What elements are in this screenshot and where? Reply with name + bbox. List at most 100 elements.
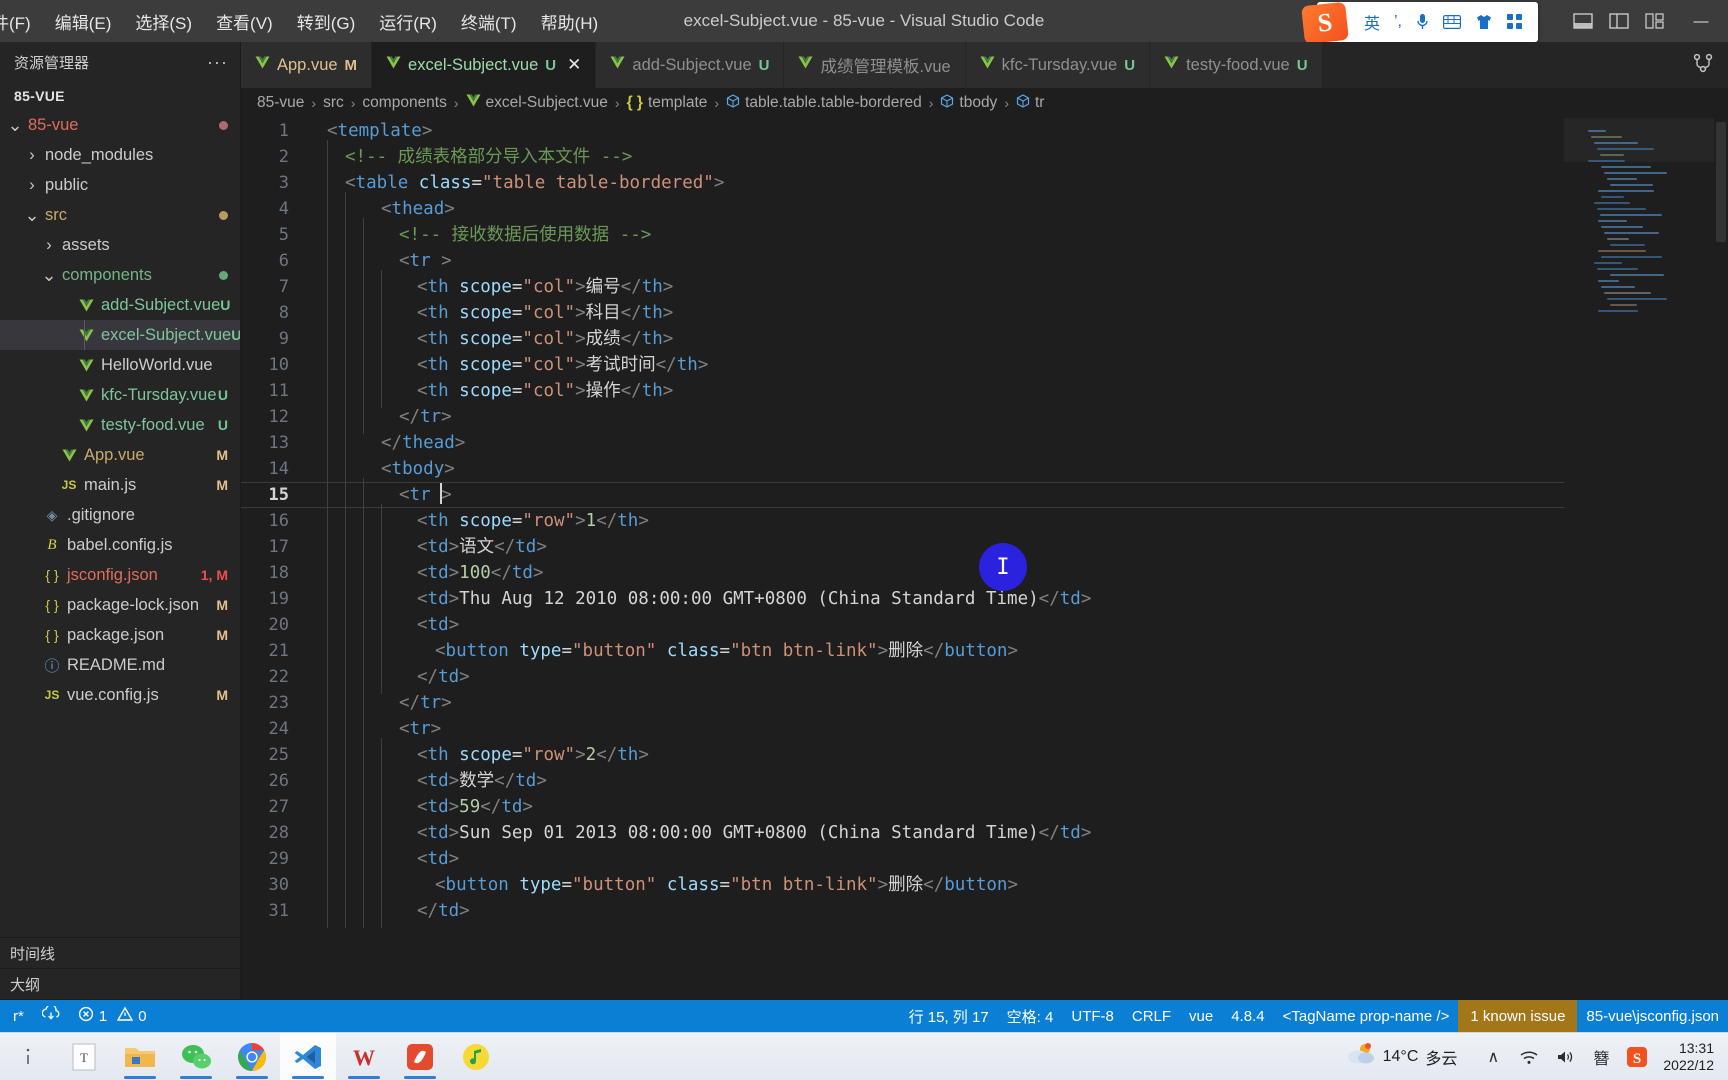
file-tree-item[interactable]: Bbabel.config.js	[0, 530, 240, 560]
file-tree-item[interactable]: ⌄ src	[0, 200, 240, 230]
breadcrumb-item[interactable]: 85-vue	[257, 94, 304, 112]
taskbar-vscode-icon[interactable]	[280, 1032, 336, 1080]
editor-tab[interactable]: excel-Subject.vue U ✕	[372, 42, 597, 88]
code-line[interactable]: 24 <tr>	[241, 712, 1564, 746]
taskbar-wps-icon[interactable]: W	[336, 1033, 392, 1080]
customize-layout-icon[interactable]	[1638, 4, 1672, 38]
close-icon[interactable]: ✕	[567, 55, 581, 75]
menu-edit[interactable]: 编辑(E)	[43, 0, 124, 42]
editor-tab[interactable]: testy-food.vue U	[1150, 42, 1323, 88]
chevron-icon[interactable]: ›	[40, 235, 58, 255]
taskbar-handle[interactable]	[0, 1033, 56, 1080]
chevron-icon[interactable]: ›	[23, 175, 41, 195]
source-control-graph-icon[interactable]	[1692, 52, 1714, 79]
editor-tab[interactable]: App.vue M	[241, 42, 373, 88]
code-line[interactable]: 23 </tr>	[241, 686, 1564, 720]
menu-terminal[interactable]: 终端(T)	[449, 0, 529, 42]
sidebar-section-outline[interactable]: 大纲	[0, 969, 240, 1000]
breadcrumb-item[interactable]: components	[362, 94, 446, 112]
code-line[interactable]: 31 </td>	[241, 894, 1564, 928]
status-problems[interactable]: 1 0	[69, 1000, 156, 1032]
ime-language-toggle[interactable]: 英	[1357, 10, 1387, 34]
file-tree-item[interactable]: App.vue M	[0, 440, 240, 470]
code-line[interactable]: 11 <th scope="col">操作</th>	[241, 374, 1564, 408]
status-bar-item[interactable]: 85-vue\jsconfig.json	[1577, 1000, 1728, 1032]
taskbar-wechat-icon[interactable]	[168, 1033, 224, 1080]
editor-scrollbar[interactable]	[1714, 118, 1728, 1000]
status-bar-item[interactable]: CRLF	[1123, 1000, 1180, 1032]
code-line[interactable]: 29 <td>	[241, 842, 1564, 876]
menu-run[interactable]: 运行(R)	[367, 0, 449, 42]
minimize-button[interactable]: —	[1678, 0, 1724, 42]
volume-icon[interactable]	[1549, 1033, 1581, 1080]
code-text-area[interactable]: 1 <template> 2 <!-- 成绩表格部分导入本文件 --> 3 <table …	[241, 118, 1564, 1000]
code-line[interactable]: 16 <th scope="row">1</th>	[241, 504, 1564, 538]
keyboard-icon[interactable]	[1436, 15, 1468, 29]
code-editor[interactable]: 1 <template> 2 <!-- 成绩表格部分导入本文件 --> 3 <table …	[241, 118, 1728, 1000]
skin-icon[interactable]	[1468, 14, 1500, 30]
status-bar-item[interactable]: vue	[1180, 1000, 1222, 1032]
menu-help[interactable]: 帮助(H)	[529, 0, 611, 42]
code-line[interactable]: 27 <td>59</td>	[241, 790, 1564, 824]
menu-selection[interactable]: 选择(S)	[123, 0, 204, 42]
ime-punctuation-toggle[interactable]: ’,	[1387, 13, 1409, 31]
explorer-more-icon[interactable]: ···	[207, 52, 228, 73]
breadcrumb[interactable]: 85-vue › src › components › excel-Subject.vue ›…	[241, 88, 1728, 118]
file-tree-item[interactable]: JS main.js M	[0, 470, 240, 500]
breadcrumb-item[interactable]: tr	[1016, 93, 1044, 113]
code-line[interactable]: 14 <tbody>	[241, 452, 1564, 486]
minimap[interactable]	[1564, 118, 1714, 1000]
file-tree-item[interactable]: HelloWorld.vue	[0, 350, 240, 380]
code-line[interactable]: 8 <th scope="col">科目</th>	[241, 296, 1564, 330]
status-bar-item[interactable]: 行 15, 列 17	[900, 1000, 998, 1032]
chevron-icon[interactable]: ⌄	[6, 116, 24, 134]
minimap-slider[interactable]	[1564, 118, 1714, 162]
breadcrumb-item[interactable]: { } template	[627, 94, 708, 112]
taskbar-weather[interactable]: 14°C 多云	[1346, 1042, 1474, 1071]
code-line[interactable]: 20 <td>	[241, 608, 1564, 642]
file-tree-item[interactable]: › assets	[0, 230, 240, 260]
file-tree-item[interactable]: › public	[0, 170, 240, 200]
code-line[interactable]: 25 <th scope="row">2</th>	[241, 738, 1564, 772]
scrollbar-thumb[interactable]	[1716, 122, 1726, 242]
code-line[interactable]: 4 <thead>	[241, 192, 1564, 226]
status-sync[interactable]	[33, 1000, 69, 1032]
file-tree-item[interactable]: { } package.json M	[0, 620, 240, 650]
code-line[interactable]: 26 <td>数学</td>	[241, 764, 1564, 798]
chevron-icon[interactable]: ›	[23, 145, 41, 165]
file-tree-item[interactable]: { } package-lock.json M	[0, 590, 240, 620]
code-line[interactable]: 18 <td>100</td>	[241, 556, 1564, 590]
sidebar-section-timeline[interactable]: 时间线	[0, 938, 240, 969]
ime-indicator-icon[interactable]: 簪	[1585, 1033, 1617, 1080]
taskbar-qqmusic-icon[interactable]	[448, 1033, 504, 1080]
code-line[interactable]: 5 <!-- 接收数据后使用数据 -->	[241, 218, 1564, 252]
tray-expand-icon[interactable]: ∧	[1477, 1033, 1509, 1080]
code-line[interactable]: 19 <td>Thu Aug 12 2010 08:00:00 GMT+0800 …	[241, 582, 1564, 616]
code-line[interactable]: 22 </td>	[241, 660, 1564, 694]
code-line[interactable]: 9 <th scope="col">成绩</th>	[241, 322, 1564, 356]
menu-go[interactable]: 转到(G)	[285, 0, 368, 42]
menu-view[interactable]: 查看(V)	[204, 0, 285, 42]
file-tree-item[interactable]: JS vue.config.js M	[0, 680, 240, 710]
chevron-icon[interactable]: ⌄	[40, 266, 58, 284]
toggle-sidebar-icon[interactable]	[1602, 4, 1636, 38]
toggle-panel-icon[interactable]	[1566, 4, 1600, 38]
sogou-tray-icon[interactable]: S	[1621, 1033, 1653, 1080]
file-tree-item[interactable]: ⌄ 85-vue	[0, 110, 240, 140]
taskbar-xmind-icon[interactable]	[392, 1033, 448, 1080]
file-tree-item[interactable]: kfc-Tursday.vue U	[0, 380, 240, 410]
file-tree-item[interactable]: ⓘ README.md	[0, 650, 240, 680]
status-bar-item[interactable]: 1 known issue	[1458, 1000, 1578, 1032]
breadcrumb-item[interactable]: excel-Subject.vue	[466, 94, 608, 112]
taskbar-clock[interactable]: 13:31 2022/12	[1657, 1040, 1718, 1074]
status-bar-item[interactable]: 4.8.4	[1222, 1000, 1273, 1032]
file-tree-item[interactable]: excel-Subject.vue U	[0, 320, 240, 350]
code-line[interactable]: 7 <th scope="col">编号</th>	[241, 270, 1564, 304]
code-line[interactable]: 6 <tr >	[241, 244, 1564, 278]
code-line[interactable]: 10 <th scope="col">考试时间</th>	[241, 348, 1564, 382]
status-branch[interactable]: r*	[4, 1000, 33, 1032]
file-tree-item[interactable]: testy-food.vue U	[0, 410, 240, 440]
breadcrumb-item[interactable]: tbody	[940, 93, 997, 113]
status-bar-item[interactable]: 空格: 4	[998, 1000, 1063, 1032]
breadcrumb-item[interactable]: src	[323, 94, 344, 112]
